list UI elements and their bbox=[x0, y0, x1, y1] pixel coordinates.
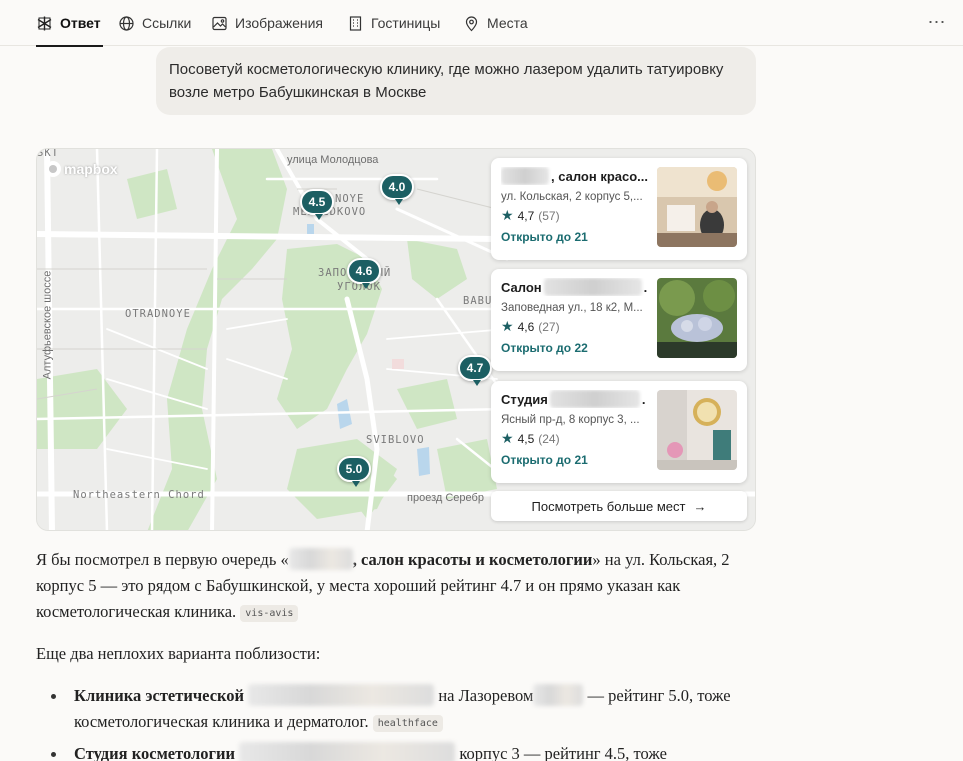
citation-chip[interactable]: healthface bbox=[372, 714, 443, 732]
place-address: Заповедная ул., 18 к2, М... bbox=[501, 302, 643, 314]
map-label-otradnoye: OTRADNOYE bbox=[125, 308, 191, 320]
place-address: ул. Кольская, 2 корпус 5,... bbox=[501, 191, 643, 203]
map-label-altufyevskoe: Алтуфьевское шоссе bbox=[41, 270, 54, 380]
answer-list: Клиника эстетической на Лазоревом — рейт… bbox=[36, 683, 736, 761]
see-more-places-button[interactable]: Посмотреть больше мест → bbox=[491, 491, 747, 521]
arrow-right-icon: → bbox=[693, 498, 707, 514]
mapbox-logo: mapbox bbox=[45, 161, 118, 177]
mapbox-icon bbox=[45, 161, 61, 177]
place-photo bbox=[657, 167, 737, 247]
tab-hotels-label: Гостиницы bbox=[371, 15, 441, 31]
place-address: Ясный пр-д, 8 корпус 3, ... bbox=[501, 414, 640, 426]
tab-links-label: Ссылки bbox=[142, 15, 192, 31]
location-pin-icon bbox=[463, 15, 480, 32]
tab-images-label: Изображения bbox=[235, 15, 323, 31]
building-icon bbox=[347, 15, 364, 32]
place-name: Салон . bbox=[501, 278, 648, 296]
map-label-molodtsova: улица Молодцова bbox=[287, 154, 379, 166]
blurred-text bbox=[501, 167, 549, 185]
blurred-text bbox=[288, 548, 353, 570]
star-icon: ★ bbox=[501, 318, 514, 334]
tab-places-label: Места bbox=[487, 15, 528, 31]
list-item: Клиника эстетической на Лазоревом — рейт… bbox=[36, 683, 736, 735]
map-pin[interactable]: 4.5 bbox=[300, 189, 334, 220]
blurred-text bbox=[239, 742, 456, 761]
map-pin[interactable]: 5.0 bbox=[337, 456, 371, 487]
place-name: , салон красо... bbox=[501, 167, 649, 185]
map-label-northeastern: Northeastern Chord bbox=[73, 489, 205, 501]
map-pin[interactable]: 4.7 bbox=[458, 355, 492, 386]
place-photo bbox=[657, 278, 737, 358]
map-label-sviblovo: SVIBLOVO bbox=[366, 434, 425, 446]
answer-paragraph: Я бы посмотрел в первую очередь «, салон… bbox=[36, 548, 730, 622]
map-label-babushkinsky: BABU bbox=[463, 295, 493, 307]
map-widget[interactable]: mapbox SKT NOYE MEDVEDKOVO ЗАПОВЕДНЫЙ УГ… bbox=[36, 148, 756, 531]
place-name: Студия . bbox=[501, 390, 646, 408]
tab-places[interactable]: Места bbox=[463, 0, 528, 46]
star-icon: ★ bbox=[501, 430, 514, 446]
blurred-text bbox=[543, 278, 642, 296]
blurred-text bbox=[248, 684, 435, 706]
tab-hotels[interactable]: Гостиницы bbox=[347, 0, 440, 46]
image-icon bbox=[211, 15, 228, 32]
blurred-text bbox=[533, 684, 584, 706]
star-icon: ★ bbox=[501, 207, 514, 223]
ellipsis-icon[interactable]: ⋯ bbox=[925, 10, 949, 34]
citation-chip[interactable]: vis-avis bbox=[240, 604, 299, 622]
place-card[interactable]: Студия . Ясный пр-д, 8 корпус 3, ... ★ 4… bbox=[491, 381, 747, 483]
user-query: Посоветуй косметологическую клинику, где… bbox=[156, 47, 756, 115]
answer-body: Я бы посмотрел в первую очередь «, салон… bbox=[36, 547, 736, 761]
globe-icon bbox=[118, 15, 135, 32]
answer-paragraph: Еще два неплохих варианта поблизости: bbox=[36, 644, 321, 663]
blurred-text bbox=[549, 390, 640, 408]
map-label-medvedkovo-1: NOYE bbox=[335, 193, 365, 205]
map-label-serebryakova: проезд Серебр bbox=[407, 492, 484, 504]
place-card[interactable]: , салон красо... ул. Кольская, 2 корпус … bbox=[491, 158, 747, 260]
top-nav: Ответ Ссылки Изображения Гостиницы Места… bbox=[0, 0, 963, 47]
tab-images[interactable]: Изображения bbox=[211, 0, 323, 46]
map-pin[interactable]: 4.0 bbox=[380, 174, 414, 205]
place-card[interactable]: Салон . Заповедная ул., 18 к2, М... ★ 4,… bbox=[491, 269, 747, 371]
place-photo bbox=[657, 390, 737, 470]
tab-answer[interactable]: Ответ bbox=[36, 0, 103, 47]
map-label-skt: SKT bbox=[37, 148, 59, 159]
list-item: Студия косметологии корпус 3 — рейтинг 4… bbox=[36, 741, 736, 761]
answer-icon bbox=[36, 15, 53, 32]
tab-links[interactable]: Ссылки bbox=[118, 0, 191, 46]
tab-answer-label: Ответ bbox=[60, 15, 101, 31]
map-pin[interactable]: 4.6 bbox=[347, 258, 381, 289]
